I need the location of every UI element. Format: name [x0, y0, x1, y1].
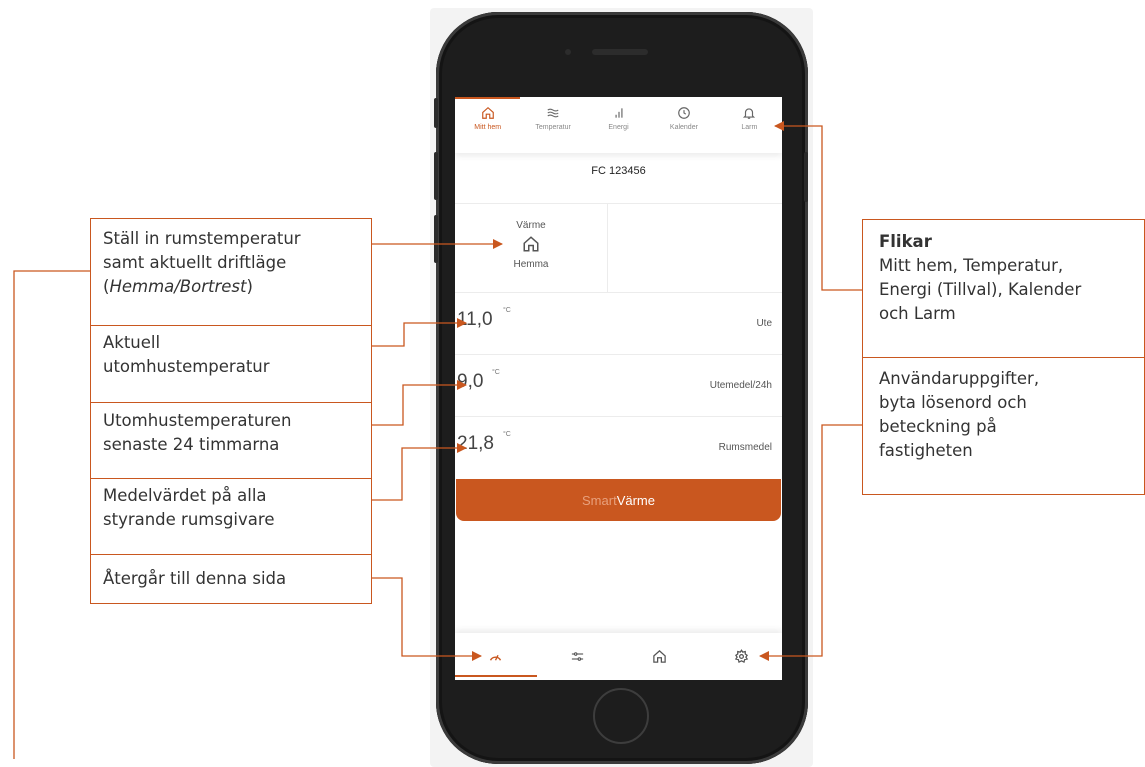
callout-line: beteckning på [879, 417, 997, 436]
callout-outdoor-now: Aktuell utomhustemperatur [103, 331, 270, 379]
callout-line: Utomhustemperaturen [103, 411, 292, 430]
reading-unit: °C [492, 369, 500, 376]
heating-mode-card[interactable]: Värme Hemma [455, 204, 608, 292]
callout-line: och Larm [879, 304, 956, 323]
callout-line: samt aktuellt driftläge [103, 253, 287, 272]
callout-separator [90, 325, 372, 326]
callout-separator [90, 554, 372, 555]
callout-line: Aktuell [103, 333, 161, 352]
paren-close: ) [246, 277, 253, 296]
reading-row-outdoor-24h: 9,0 °C Utemedel/24h [455, 355, 782, 415]
waves-icon [547, 108, 559, 118]
reading-row-room-avg: 21,8 °C Rumsmedel [455, 417, 782, 477]
callout-line: Ställ in rumstemperatur [103, 229, 301, 248]
callout-line: senaste 24 timmarna [103, 435, 280, 454]
tab-kalender[interactable]: Kalender [651, 97, 716, 153]
sliders-icon [572, 652, 584, 661]
callout-separator [862, 357, 1145, 358]
reading-value: 9,0 [457, 371, 484, 392]
reading-value: 21,8 [457, 433, 494, 454]
callout-line: byta lösenord och [879, 393, 1027, 412]
callout-separator [90, 402, 372, 403]
callout-tabs: Flikar Mitt hem, Temperatur, Energi (Til… [879, 230, 1081, 326]
reading-value: 11,0 [457, 309, 493, 330]
reading-label: Utemedel/24h [709, 380, 772, 391]
callout-settings: Användaruppgifter, byta lösenord och bet… [879, 367, 1039, 463]
reading-row-outdoor: 11,0 °C Ute [455, 293, 782, 353]
card-status: Hemma [513, 259, 549, 270]
phone-home-button[interactable] [593, 688, 649, 744]
mode-names: Hemma/Bortrest [109, 277, 247, 296]
connector-outer-left [13, 270, 90, 759]
callout-separator [90, 478, 372, 479]
callout-back: Återgår till denna sida [103, 567, 286, 591]
tab-label: Kalender [669, 124, 698, 131]
callout-title: Flikar [879, 232, 932, 251]
reading-unit: °C [503, 307, 511, 314]
nav-dashboard[interactable] [455, 633, 537, 680]
nav-settings[interactable] [700, 633, 782, 680]
callout-line: utomhustemperatur [103, 357, 270, 376]
nav-sliders[interactable] [537, 633, 619, 680]
tab-mitt-hem[interactable]: Mitt hem [455, 97, 521, 153]
callout-outdoor-24h: Utomhustemperaturen senaste 24 timmarna [103, 409, 291, 457]
varme-text: Värme [616, 492, 655, 508]
tab-larm[interactable]: Larm [717, 97, 782, 153]
phone-volume-down [434, 215, 438, 263]
card-title: Värme [516, 220, 546, 231]
gear-icon [734, 649, 748, 664]
bottom-nav [455, 633, 782, 680]
tab-label: Energi [608, 124, 629, 131]
home-icon [653, 650, 666, 663]
callout-set-room-temperature: Ställ in rumstemperatur samt aktuellt dr… [103, 227, 301, 299]
reading-label: Rumsmedel [718, 442, 772, 453]
nav-home[interactable] [619, 633, 701, 680]
callout-line: Energi (Tillval), Kalender [879, 280, 1082, 299]
bell-icon [743, 108, 756, 119]
tab-label: Temperatur [535, 124, 571, 131]
callout-line: Medelvärdet på alla [103, 486, 267, 505]
phone-side-button [434, 98, 438, 128]
tab-energi[interactable]: Energi [586, 97, 651, 153]
phone-earpiece [592, 49, 648, 55]
callout-line: Användaruppgifter, [879, 369, 1040, 388]
phone-power-button [804, 152, 808, 202]
callout-line: fastigheten [879, 441, 973, 460]
reading-label: Ute [756, 318, 772, 329]
phone-camera [565, 49, 571, 55]
clock-icon [678, 107, 690, 119]
phone-volume-up [434, 152, 438, 200]
smart-text: Smart [582, 492, 617, 508]
callout-line: Återgår till denna sida [103, 569, 287, 588]
app-screen: Mitt hem Temperatur Energi Kalender Larm… [455, 97, 782, 680]
smartvarme-button[interactable]: Smart Värme [456, 479, 781, 521]
tab-label: Mitt hem [474, 124, 502, 131]
home-icon [481, 106, 494, 119]
callout-line: styrande rumsgivare [103, 510, 275, 529]
top-tab-bar: Mitt hem Temperatur Energi Kalender Larm [455, 97, 782, 153]
callout-room-average: Medelvärdet på alla styrande rumsgivare [103, 484, 274, 532]
tab-label: Larm [741, 124, 758, 131]
callout-line: Mitt hem, Temperatur, [879, 256, 1064, 275]
device-id: FC 123456 [591, 165, 646, 177]
bar-chart-icon [615, 108, 623, 118]
home-icon [523, 236, 539, 252]
tab-temperatur[interactable]: Temperatur [520, 97, 585, 153]
reading-unit: °C [503, 431, 511, 438]
callout-line: (Hemma/Bortrest) [103, 275, 301, 299]
gauge-icon [490, 654, 502, 661]
